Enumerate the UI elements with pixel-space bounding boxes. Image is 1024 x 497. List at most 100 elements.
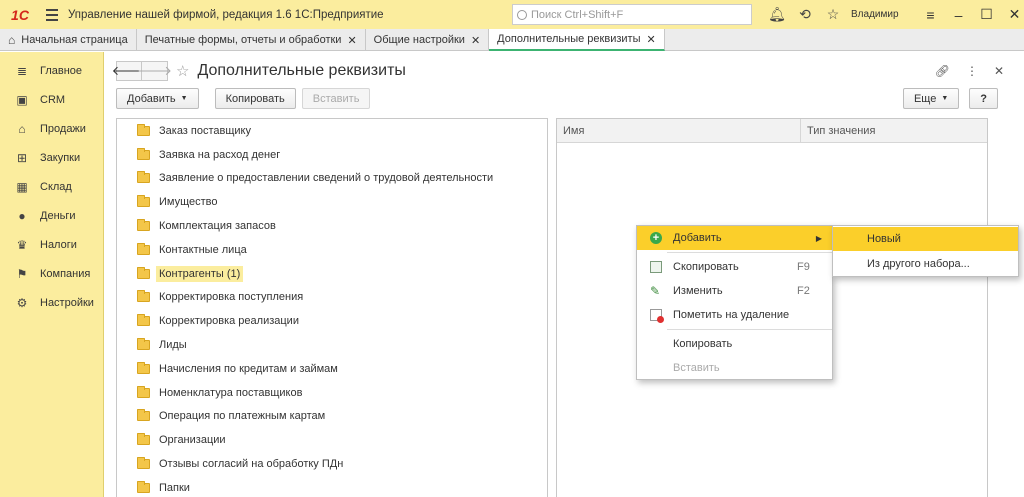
copy-icon	[650, 261, 662, 273]
more-vertical-icon[interactable]: ⋮	[966, 64, 978, 78]
menu-divider	[667, 329, 832, 330]
list-item[interactable]: Номенклатура поставщиков	[117, 381, 547, 405]
sidebar-item-label: CRM	[40, 93, 66, 106]
sidebar-item-label: Настройки	[40, 296, 94, 309]
tree-item-label: Имущество	[159, 196, 218, 209]
minimize-icon[interactable]: –	[945, 0, 973, 29]
sidebar-item-label: Компания	[40, 267, 91, 280]
folder-icon	[137, 266, 150, 279]
column-header-name[interactable]: Имя	[557, 119, 801, 143]
link-icon[interactable]: 🔗︎	[935, 64, 950, 78]
form-toolbar: Добавить ▼ Копировать Вставить	[116, 88, 371, 110]
list-item[interactable]: Контактные лица	[117, 238, 547, 262]
bell-icon[interactable]: 🔔︎	[763, 0, 791, 29]
search-input[interactable]: Поиск Ctrl+Shift+F	[512, 4, 752, 25]
close-window-icon[interactable]: ✕	[1001, 0, 1024, 29]
maximize-icon[interactable]: ☐	[973, 0, 1001, 29]
sidebar-item-company[interactable]: ⚑ Компания	[0, 259, 103, 288]
list-item[interactable]: Заявка на расход денег	[117, 143, 547, 167]
sidebar-item-taxes[interactable]: ♛ Налоги	[0, 230, 103, 259]
dropdown-caret-icon: ▼	[941, 95, 949, 102]
pencil-icon: ✎	[650, 284, 661, 298]
tree-item-label: Папки	[159, 481, 190, 494]
list-item[interactable]: Комплектация запасов	[117, 214, 547, 238]
title-icons: 🔔︎ ⟲ ☆ Владимир ≡ – ☐ ✕	[763, 0, 1024, 29]
sidebar-item-money[interactable]: ● Деньги	[0, 201, 103, 230]
sidebar-item-main[interactable]: ≣ Главное	[0, 56, 103, 85]
list-item[interactable]: Организации	[117, 428, 547, 452]
list-item[interactable]: Папки	[117, 476, 547, 497]
cart-icon: ⊞	[16, 150, 28, 165]
star-icon[interactable]: ☆	[819, 0, 847, 29]
close-tab-icon[interactable]: ✕	[347, 34, 356, 47]
plus-circle-icon: +	[650, 232, 662, 244]
forward-button[interactable]: 🡒	[137, 61, 172, 81]
home-icon: ⌂	[8, 33, 16, 47]
sidebar-item-purchases[interactable]: ⊞ Закупки	[0, 143, 103, 172]
paste-button[interactable]: Вставить	[301, 88, 371, 109]
submenu-item-from-other-set[interactable]: Из другого набора...	[833, 252, 1018, 276]
add-button[interactable]: Добавить ▼	[116, 88, 199, 109]
close-tab-icon[interactable]: ✕	[646, 33, 655, 46]
tab-print-forms[interactable]: Печатные формы, отчеты и обработки ✕	[137, 29, 366, 51]
menu-lines-icon: ≣	[16, 63, 28, 78]
list-item[interactable]: Корректировка реализации	[117, 309, 547, 333]
close-tab-icon[interactable]: ✕	[471, 34, 480, 47]
list-item[interactable]: Лиды	[117, 333, 547, 357]
sidebar-item-label: Склад	[40, 180, 72, 193]
folder-icon	[137, 147, 150, 160]
folder-icon	[137, 290, 150, 303]
menu-item-mark-delete[interactable]: Пометить на удаление	[637, 303, 832, 327]
list-item[interactable]: Операция по платежным картам	[117, 405, 547, 429]
sidebar-item-label: Налоги	[40, 238, 77, 251]
list-item[interactable]: Корректировка поступления	[117, 286, 547, 310]
more-button[interactable]: Еще ▼	[902, 88, 960, 109]
gear-icon: ⚙	[16, 295, 28, 310]
column-header-type[interactable]: Тип значения	[801, 119, 987, 143]
sidebar-item-crm[interactable]: ▣ CRM	[0, 85, 103, 114]
sidebar-item-label: Деньги	[40, 209, 76, 222]
list-item[interactable]: Заказ поставщику	[117, 119, 547, 143]
sidebar-item-warehouse[interactable]: ▦ Склад	[0, 172, 103, 201]
copy-paste-group: Копировать Вставить	[214, 88, 371, 110]
menu-item-copy[interactable]: Скопировать F9	[637, 255, 832, 279]
menu-item-edit[interactable]: ✎ Изменить F2	[637, 279, 832, 303]
shortcut-label: F9	[797, 261, 810, 273]
list-item-selected[interactable]: Контрагенты (1)	[117, 262, 547, 286]
list-item[interactable]: Начисления по кредитам и займам	[117, 357, 547, 381]
sidebar-item-settings[interactable]: ⚙ Настройки	[0, 288, 103, 317]
settings-menu-icon[interactable]: ≡	[917, 0, 945, 29]
help-button[interactable]: ?	[969, 88, 998, 109]
tree-item-label: Отзывы согласий на обработку ПДн	[159, 458, 344, 471]
copy-button[interactable]: Копировать	[214, 88, 296, 109]
menu-item-copy-clipboard[interactable]: Копировать	[637, 332, 832, 356]
folder-icon	[137, 409, 150, 422]
favorite-star-icon[interactable]: ☆	[176, 62, 189, 80]
shortcut-label: F2	[797, 285, 810, 297]
menu-item-label: Добавить	[673, 232, 722, 244]
tree-item-label: Лиды	[159, 339, 187, 352]
tree-item-label: Заявка на расход денег	[159, 148, 281, 161]
menu-item-label: Копировать	[673, 338, 733, 350]
main-menu-icon[interactable]	[40, 0, 64, 29]
history-icon[interactable]: ⟲	[791, 0, 819, 29]
submenu-arrow-icon: ▶	[815, 233, 822, 243]
sidebar-item-label: Главное	[40, 64, 83, 77]
list-item[interactable]: Отзывы согласий на обработку ПДн	[117, 452, 547, 476]
tab-general-settings[interactable]: Общие настройки ✕	[366, 29, 490, 51]
sidebar-item-sales[interactable]: ⌂ Продажи	[0, 114, 103, 143]
tab-home[interactable]: ⌂ Начальная страница	[0, 29, 137, 51]
warehouse-grid-icon: ▦	[16, 179, 28, 194]
close-form-icon[interactable]: ✕	[994, 64, 1004, 78]
menu-item-add[interactable]: + Добавить ▶	[637, 226, 832, 250]
submenu-item-new[interactable]: Новый	[833, 227, 1018, 251]
search-icon	[517, 9, 527, 20]
menu-item-paste[interactable]: Вставить	[637, 356, 832, 380]
folder-icon	[137, 480, 150, 493]
list-item[interactable]: Заявление о предоставлении сведений о тр…	[117, 167, 547, 191]
tree-item-label: Заявление о предоставлении сведений о тр…	[159, 172, 494, 185]
user-name[interactable]: Владимир	[851, 9, 899, 20]
1c-logo: 1С	[11, 6, 29, 23]
list-item[interactable]: Имущество	[117, 190, 547, 214]
tab-additional-attributes[interactable]: Дополнительные реквизиты ✕	[489, 29, 665, 51]
